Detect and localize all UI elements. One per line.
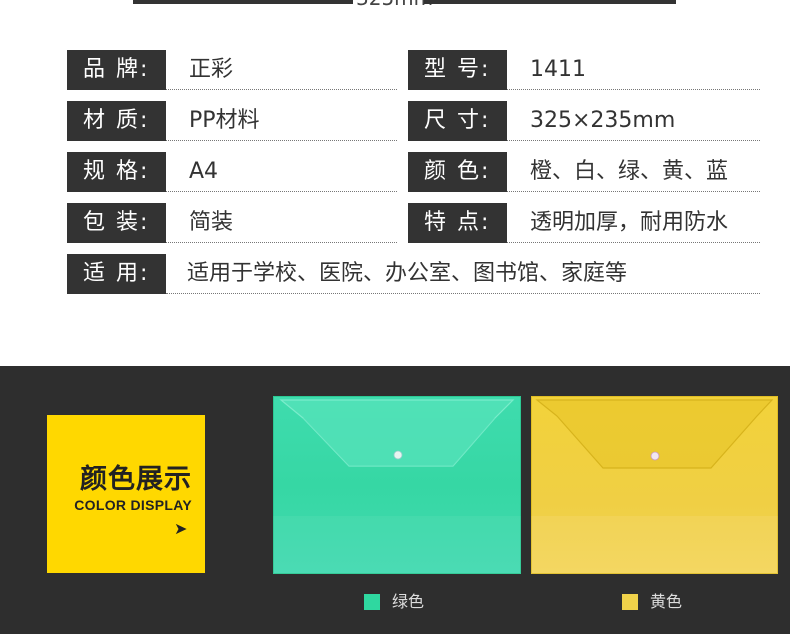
spec-row-usage: 适 用: 适用于学校、医院、办公室、图书馆、家庭等 [67, 254, 760, 294]
dimension-label: 325mm [356, 0, 433, 8]
dimension-line-left [133, 0, 353, 4]
spec-row-model: 型 号: 1411 [408, 50, 760, 90]
spec-label: 包 装: [67, 203, 166, 243]
green-folder-image [273, 396, 521, 574]
spec-label: 型 号: [408, 50, 507, 90]
spec-row-packaging: 包 装: 简装 [67, 203, 397, 243]
spec-label: 特 点: [408, 203, 507, 243]
color-display-card: 颜色展示 COLOR DISPLAY ➤ [47, 415, 205, 573]
spec-value: 325×235mm [530, 108, 676, 133]
spec-row-colors: 颜 色: 橙、白、绿、黄、蓝 [408, 152, 760, 192]
spec-row-size: 尺 寸: 325×235mm [408, 101, 760, 141]
spec-label: 颜 色: [408, 152, 507, 192]
spec-label: 品 牌: [67, 50, 166, 90]
spec-row-format: 规 格: A4 [67, 152, 397, 192]
spec-value: A4 [189, 159, 219, 184]
swatch-green: 绿色 [364, 590, 464, 614]
spec-value: 透明加厚，耐用防水 [530, 210, 729, 235]
spec-label: 材 质: [67, 101, 166, 141]
spec-value: PP材料 [189, 108, 260, 133]
spec-value: 简装 [189, 210, 234, 235]
spec-value: 1411 [530, 57, 586, 82]
spec-row-material: 材 质: PP材料 [67, 101, 397, 141]
spec-label: 规 格: [67, 152, 166, 192]
color-display-subtitle: COLOR DISPLAY [74, 497, 192, 513]
color-display-title: 颜色展示 [80, 464, 192, 495]
spec-value: 适用于学校、医院、办公室、图书馆、家庭等 [187, 261, 628, 286]
spec-row-brand: 品 牌: 正彩 [67, 50, 397, 90]
spec-value: 正彩 [189, 57, 234, 82]
green-swatch-icon [364, 594, 380, 610]
spec-label: 尺 寸: [408, 101, 507, 141]
dimension-line-right [424, 0, 676, 4]
swatch-label: 黄色 [650, 592, 683, 611]
swatch-label: 绿色 [392, 592, 425, 611]
play-arrow-icon: ➤ [174, 519, 188, 538]
spec-value: 橙、白、绿、黄、蓝 [530, 159, 729, 184]
yellow-folder-image [531, 396, 778, 574]
spec-row-features: 特 点: 透明加厚，耐用防水 [408, 203, 760, 243]
swatch-yellow: 黄色 [622, 590, 722, 614]
spec-label: 适 用: [67, 254, 166, 294]
yellow-swatch-icon [622, 594, 638, 610]
